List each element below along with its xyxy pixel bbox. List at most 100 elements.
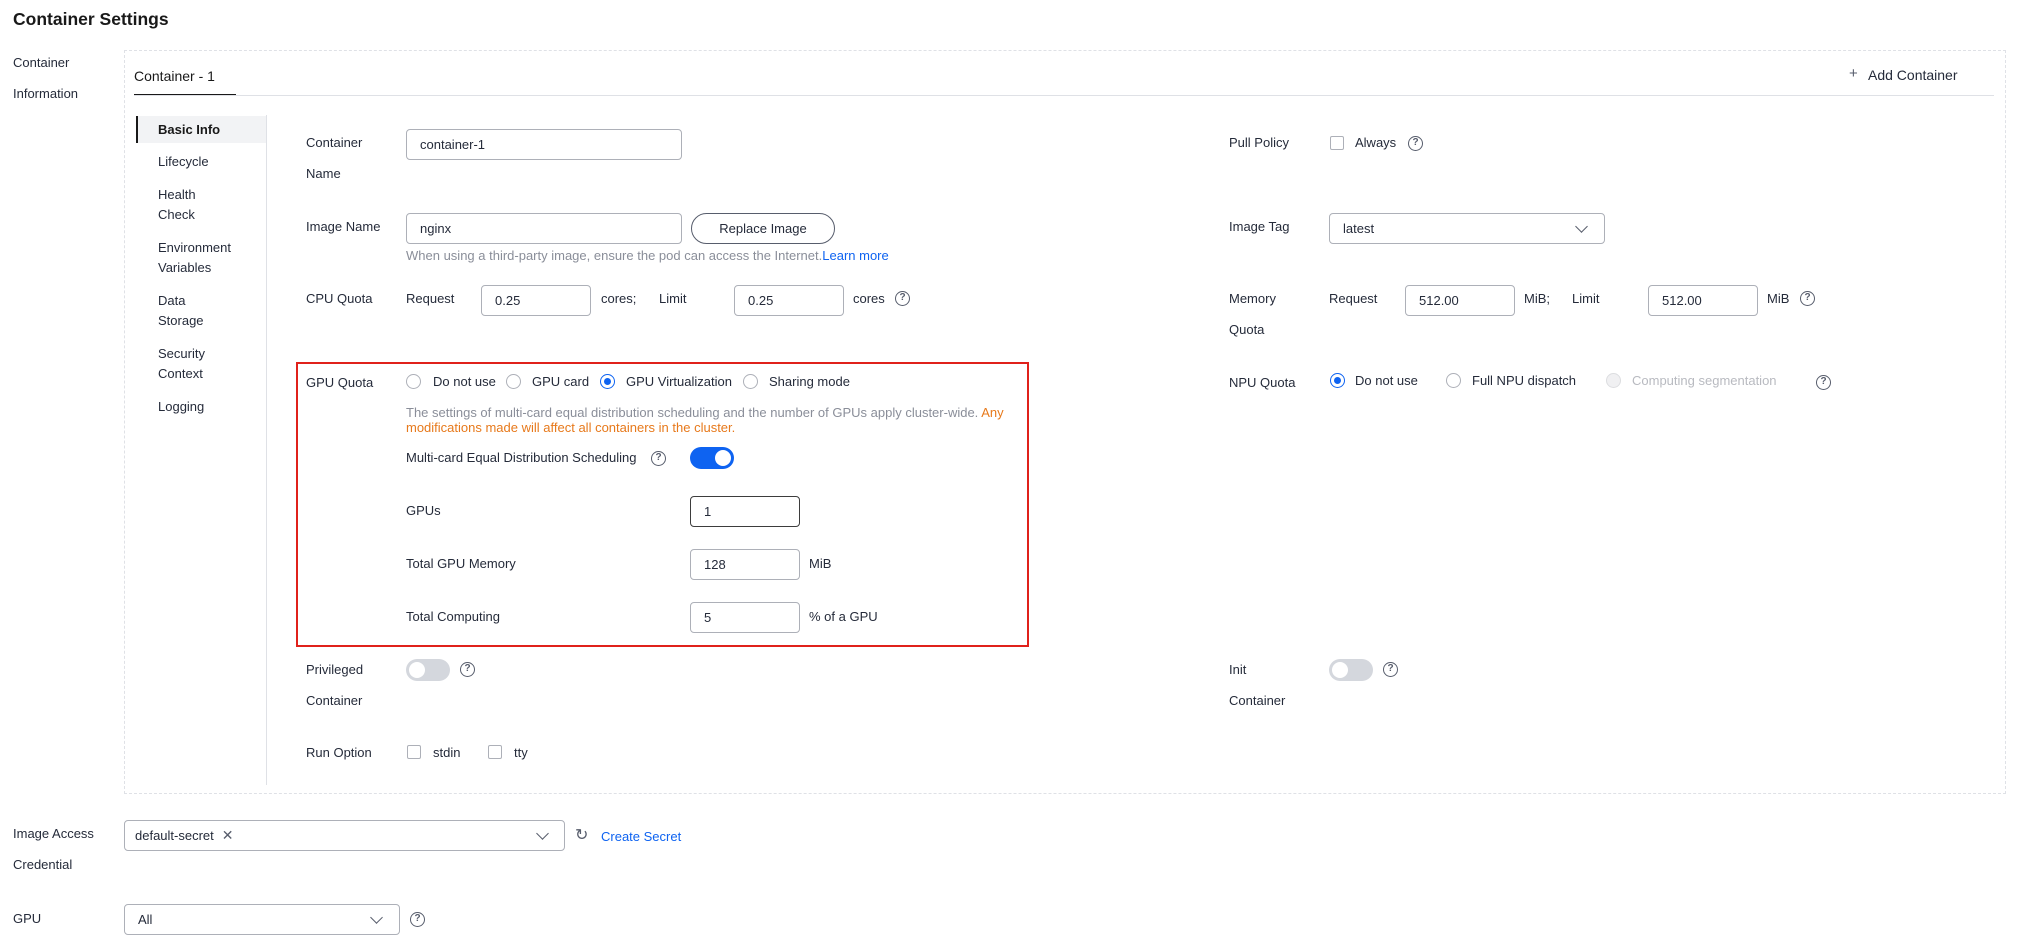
total-gpu-memory-input[interactable]: 128 bbox=[690, 549, 800, 580]
container-information-label: Container bbox=[13, 55, 70, 70]
memory-request-unit: MiB; bbox=[1524, 291, 1550, 306]
npu-option-full-npu-label: Full NPU dispatch bbox=[1472, 373, 1577, 388]
side-nav-lifecycle[interactable]: Lifecycle bbox=[158, 152, 209, 172]
multi-card-label: Multi-card Equal Distribution Scheduling bbox=[406, 450, 637, 465]
image-tag-value: latest bbox=[1343, 221, 1375, 236]
npu-quota-label: NPU Quota bbox=[1229, 375, 1296, 390]
total-computing-unit: % of a GPU bbox=[809, 609, 878, 624]
gpu-option-do-not-use-radio[interactable] bbox=[406, 374, 421, 389]
side-nav-logging[interactable]: Logging bbox=[158, 397, 204, 417]
side-nav-health-check[interactable]: Health Check bbox=[158, 185, 196, 225]
side-nav-security-label-2: Context bbox=[158, 366, 203, 381]
cpu-quota-label: CPU Quota bbox=[306, 291, 373, 306]
memory-quota-label-2: Quota bbox=[1229, 322, 1265, 337]
cpu-quota-help-icon[interactable]: ? bbox=[895, 291, 910, 306]
cpu-limit-input[interactable]: 0.25 bbox=[734, 285, 844, 316]
memory-limit-input[interactable]: 512.00 bbox=[1648, 285, 1758, 316]
gpu-note: The settings of multi-card equal distrib… bbox=[406, 405, 1004, 420]
multi-card-help-icon[interactable]: ? bbox=[651, 451, 666, 466]
container-name-label-2: Name bbox=[306, 166, 341, 181]
learn-more-link[interactable]: Learn more bbox=[822, 248, 888, 263]
pull-policy-always-checkbox[interactable] bbox=[1330, 136, 1344, 150]
npu-quota-help-icon[interactable]: ? bbox=[1816, 375, 1831, 390]
side-nav-environment-variables[interactable]: Environment Variables bbox=[158, 238, 231, 278]
tab-container-1[interactable]: Container - 1 bbox=[134, 68, 215, 84]
image-hint-text: When using a third-party image, ensure t… bbox=[406, 248, 823, 263]
tab-divider bbox=[134, 95, 1994, 96]
gpu-option-sharing-mode-radio[interactable] bbox=[743, 374, 758, 389]
secret-tag: default-secret ✕ bbox=[129, 824, 240, 847]
side-nav-env-label-1: Environment bbox=[158, 240, 231, 255]
gpu-select-value: All bbox=[138, 912, 153, 927]
tty-label: tty bbox=[514, 745, 528, 760]
container-information-label-2: Information bbox=[13, 86, 79, 101]
privileged-container-toggle[interactable] bbox=[406, 659, 450, 681]
memory-quota-help-icon[interactable]: ? bbox=[1800, 291, 1815, 306]
gpu-option-gpu-card-radio[interactable] bbox=[506, 374, 521, 389]
npu-option-do-not-use-radio[interactable] bbox=[1330, 373, 1345, 388]
close-icon[interactable]: ✕ bbox=[222, 827, 234, 844]
init-help-icon[interactable]: ? bbox=[1383, 662, 1398, 677]
npu-option-do-not-use-label: Do not use bbox=[1355, 373, 1418, 388]
memory-quota-label: Memory bbox=[1229, 291, 1276, 306]
image-name-input[interactable]: nginx bbox=[406, 213, 682, 244]
total-computing-input[interactable]: 5 bbox=[690, 602, 800, 633]
gpu-help-icon[interactable]: ? bbox=[410, 912, 425, 927]
gpu-note-warning-2: modifications made will affect all conta… bbox=[406, 420, 736, 435]
init-container-toggle[interactable] bbox=[1329, 659, 1373, 681]
gpu-note-warning-1: Any bbox=[981, 405, 1004, 420]
gpu-label: GPU bbox=[13, 911, 42, 926]
gpu-option-gpu-virtualization-radio[interactable] bbox=[600, 374, 615, 389]
tty-checkbox[interactable] bbox=[488, 745, 502, 759]
image-access-credential-label: Image Access bbox=[13, 826, 94, 841]
image-tag-select[interactable]: latest bbox=[1329, 213, 1605, 244]
gpu-option-do-not-use-label: Do not use bbox=[433, 374, 496, 389]
total-computing-label: Total Computing bbox=[406, 609, 500, 624]
side-nav-active-bar bbox=[136, 116, 138, 143]
cpu-limit-unit: cores bbox=[853, 291, 885, 306]
total-gpu-memory-unit: MiB bbox=[809, 556, 832, 571]
npu-option-computing-segmentation-label: Computing segmentation bbox=[1632, 373, 1777, 388]
pull-policy-label: Pull Policy bbox=[1229, 135, 1289, 150]
gpu-option-gpu-virtualization-label: GPU Virtualization bbox=[626, 374, 732, 389]
stdin-label: stdin bbox=[433, 745, 461, 760]
npu-option-full-npu-radio[interactable] bbox=[1446, 373, 1461, 388]
privileged-help-icon[interactable]: ? bbox=[460, 662, 475, 677]
pull-policy-help-icon[interactable]: ? bbox=[1408, 136, 1423, 151]
cpu-request-input[interactable]: 0.25 bbox=[481, 285, 591, 316]
side-nav-security-context[interactable]: Security Context bbox=[158, 344, 205, 384]
multi-card-toggle[interactable] bbox=[690, 447, 734, 469]
image-access-credential-label-2: Credential bbox=[13, 857, 73, 872]
privileged-container-label-2: Container bbox=[306, 693, 363, 708]
side-nav-health-label-2: Check bbox=[158, 207, 195, 222]
gpu-select[interactable]: All bbox=[124, 904, 400, 935]
image-tag-label: Image Tag bbox=[1229, 219, 1290, 234]
cpu-request-label: Request bbox=[406, 291, 455, 306]
side-nav-env-label-2: Variables bbox=[158, 260, 212, 275]
init-container-label: Init bbox=[1229, 662, 1247, 677]
replace-image-button[interactable]: Replace Image bbox=[691, 213, 835, 244]
gpus-label: GPUs bbox=[406, 503, 441, 518]
memory-limit-unit: MiB bbox=[1767, 291, 1790, 306]
container-name-input[interactable]: container-1 bbox=[406, 129, 682, 160]
memory-request-input[interactable]: 512.00 bbox=[1405, 285, 1515, 316]
page-title: Container Settings bbox=[13, 9, 169, 29]
side-nav-basic-info[interactable]: Basic Info bbox=[158, 120, 220, 140]
plus-icon[interactable]: + bbox=[1849, 65, 1858, 82]
image-hint: When using a third-party image, ensure t… bbox=[406, 248, 889, 263]
run-option-label: Run Option bbox=[306, 745, 372, 760]
stdin-checkbox[interactable] bbox=[407, 745, 421, 759]
gpus-input[interactable]: 1 bbox=[690, 496, 800, 527]
side-nav-data-storage[interactable]: Data Storage bbox=[158, 291, 204, 331]
create-secret-link[interactable]: Create Secret bbox=[601, 829, 681, 844]
npu-option-computing-segmentation-radio bbox=[1606, 373, 1621, 388]
add-container-button[interactable]: Add Container bbox=[1868, 67, 1958, 83]
gpu-option-sharing-mode-label: Sharing mode bbox=[769, 374, 850, 389]
side-nav-divider bbox=[266, 115, 267, 785]
memory-limit-label: Limit bbox=[1572, 291, 1600, 306]
side-nav-storage-label-1: Data bbox=[158, 293, 186, 308]
gpu-note-text: The settings of multi-card equal distrib… bbox=[406, 405, 979, 420]
init-container-label-2: Container bbox=[1229, 693, 1286, 708]
side-nav-storage-label-2: Storage bbox=[158, 313, 204, 328]
refresh-icon[interactable]: ↻ bbox=[575, 825, 588, 845]
